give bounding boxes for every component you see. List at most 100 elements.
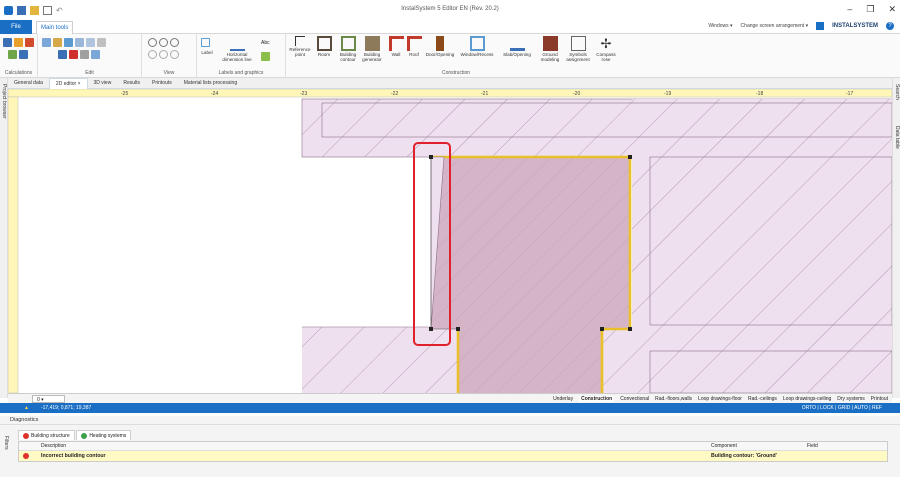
group-labels: Label Horizontal dimension line Abc Labe… <box>197 34 286 78</box>
tab-main-tools[interactable]: Main tools <box>36 21 74 34</box>
symbols-assignment-button[interactable]: Symbols assignment <box>564 36 592 62</box>
project-browser-panel[interactable]: Project browser <box>0 78 8 398</box>
construction-label-0: Reference point <box>289 47 311 57</box>
horizontal-dimension-button[interactable]: Horizontal dimension line <box>217 36 257 62</box>
polyline-icon[interactable] <box>201 38 210 47</box>
tab-label: General data <box>14 79 43 86</box>
layer-tab-loop-ceiling[interactable]: Loop drawings-ceiling <box>783 396 831 402</box>
zoom-window-icon[interactable] <box>170 38 179 47</box>
drawing-canvas[interactable]: -25 -24 -23 -22 -21 -20 -19 -18 -17 <box>7 88 893 394</box>
ruler-label: -24 <box>211 91 218 97</box>
vertical-ruler <box>7 96 19 394</box>
close-icon[interactable]: ✕ <box>888 4 896 15</box>
snap-modes[interactable]: ORTO | LOCK | GRID | AUTO | REF <box>802 405 882 411</box>
tab-building-structure[interactable]: Building structure <box>18 430 75 440</box>
layer-tab-construction[interactable]: Construction <box>579 395 615 402</box>
minimize-icon[interactable]: – <box>847 4 852 15</box>
tab-heating-systems[interactable]: Heating systems <box>76 430 132 440</box>
construction-label-5: Roof <box>409 52 419 57</box>
plan-drawing[interactable]: -25 -24 -23 -22 -21 -20 -19 -18 -17 <box>7 88 893 394</box>
rotate-icon[interactable] <box>86 38 95 47</box>
windows-menu[interactable]: Windows ▾ <box>708 23 732 29</box>
room-icon <box>316 36 332 51</box>
pan-icon[interactable] <box>159 50 168 59</box>
vertex-handle[interactable] <box>600 327 604 331</box>
delete-icon[interactable] <box>69 50 78 59</box>
zoom-out-icon[interactable] <box>159 38 168 47</box>
construction-label-6: Door/Opening <box>425 52 455 57</box>
vertex-handle[interactable] <box>429 327 433 331</box>
selected-room-hatch <box>431 157 630 393</box>
calc-list-icon[interactable] <box>19 50 28 59</box>
vertex-handle[interactable] <box>429 155 433 159</box>
compass-rose-button[interactable]: ✢ Compass rose <box>592 36 620 62</box>
check-icon[interactable] <box>14 38 23 47</box>
group-label-view: View <box>163 70 175 76</box>
table-row[interactable]: Incorrect building contour Building cont… <box>19 451 887 461</box>
filters-label[interactable]: Filters <box>3 436 9 450</box>
tab-building-structure-label: Building structure <box>31 432 70 439</box>
tab-file[interactable]: File <box>0 20 32 34</box>
zoom-prev-icon[interactable] <box>170 50 179 59</box>
layer-tab-printout[interactable]: Printout <box>871 396 888 402</box>
mirror-icon[interactable] <box>75 38 84 47</box>
tab-2d-editor[interactable]: 2D editor × <box>48 77 88 89</box>
tab-results[interactable]: Results <box>117 78 146 89</box>
window-recess-button[interactable]: Window/Recess <box>458 36 496 57</box>
search-panel-label[interactable]: Search <box>894 84 900 100</box>
construction-label-9: Ground modeling <box>540 52 560 62</box>
group-label-labels: Labels and graphics <box>218 70 264 76</box>
error-icon <box>23 432 29 439</box>
slab-opening-button[interactable]: Slab/Opening <box>498 36 536 57</box>
paste-icon[interactable] <box>53 38 62 47</box>
data-table-panel-label[interactable]: Data table <box>894 126 900 149</box>
column-field[interactable]: Field <box>807 442 818 451</box>
select-icon[interactable] <box>91 50 100 59</box>
column-component[interactable]: Component <box>711 442 737 451</box>
layer-selector[interactable]: 0 ▾ <box>32 394 65 403</box>
dimension-icon <box>229 36 245 51</box>
construction-label-7: Window/Recess <box>460 52 494 57</box>
arrangement-menu[interactable]: Change screen arrangement ▾ <box>741 23 809 29</box>
vertex-handle[interactable] <box>456 327 460 331</box>
calculate-icon[interactable] <box>3 38 12 47</box>
copy-icon[interactable] <box>42 38 51 47</box>
vertex-handle[interactable] <box>628 327 632 331</box>
help-icon[interactable]: ? <box>886 22 894 30</box>
ok-icon <box>81 432 88 439</box>
eraser-icon[interactable] <box>80 50 89 59</box>
layer-tab-convectional[interactable]: Convectional <box>620 396 649 402</box>
layer-tab-loop-floor[interactable]: Loop drawings-floor <box>698 396 742 402</box>
report-icon[interactable] <box>25 38 34 47</box>
ground-modeling-button[interactable]: Ground modeling <box>536 36 564 62</box>
warning-icon: ▲ <box>24 405 29 411</box>
ruler-label: -17 <box>846 91 853 97</box>
layout-icon[interactable] <box>816 22 825 30</box>
ground-icon <box>542 36 558 51</box>
label-button[interactable]: Label <box>196 50 218 55</box>
move-icon[interactable] <box>64 38 73 47</box>
tab-3d-view[interactable]: 3D view <box>88 78 118 89</box>
calc-options-icon[interactable] <box>8 50 17 59</box>
scissors-icon[interactable] <box>58 50 67 59</box>
layer-tab-underlay[interactable]: Underlay <box>553 396 573 402</box>
zoom-in-icon[interactable] <box>148 38 157 47</box>
column-description[interactable]: Description <box>41 442 66 451</box>
tab-general-data[interactable]: General data <box>8 78 49 89</box>
vertex-handle[interactable] <box>628 155 632 159</box>
layer-tab-rad-floors[interactable]: Rad.-floors,walls <box>655 396 692 402</box>
layer-tab-rad-ceilings[interactable]: Rad.-ceilings <box>748 396 777 402</box>
window-icon <box>469 36 485 51</box>
close-tab-icon[interactable]: × <box>78 81 81 87</box>
layer-tab-dry-systems[interactable]: Dry systems <box>837 396 865 402</box>
restore-icon[interactable]: ❐ <box>866 4 874 15</box>
graphics-icon[interactable] <box>261 52 270 61</box>
align-icon[interactable] <box>97 38 106 47</box>
tab-printouts[interactable]: Printouts <box>146 78 178 89</box>
abc-text-button[interactable]: Abc <box>261 40 270 46</box>
tab-label: 2D editor <box>55 80 77 87</box>
tab-material-lists[interactable]: Material lists processing <box>178 78 243 89</box>
layer-selector-value: 0 <box>37 396 40 403</box>
door-opening-button[interactable]: Door/Opening <box>422 36 458 57</box>
zoom-all-icon[interactable] <box>148 50 157 59</box>
